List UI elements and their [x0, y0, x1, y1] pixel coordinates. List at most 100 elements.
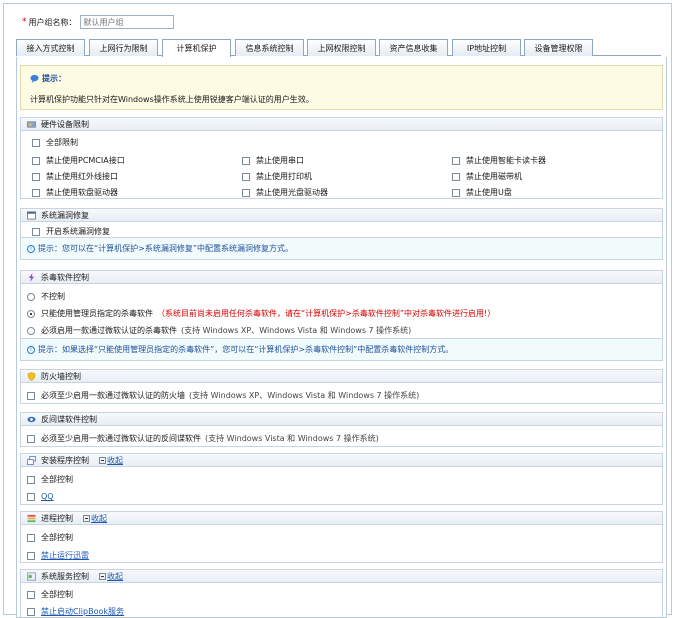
- hardware-item[interactable]: 禁止使用智能卡读卡器: [452, 155, 546, 166]
- checkbox[interactable]: [452, 156, 460, 165]
- hardware-item[interactable]: 禁止使用红外线接口: [32, 171, 118, 182]
- hardware-item[interactable]: 禁止使用PCMCIA接口: [32, 155, 125, 166]
- tip-title: 提示：: [30, 73, 66, 84]
- antispy-section-body: 必须至少启用一款通过微软认证的反间谍软件 (支持 Windows Vista 和 …: [20, 426, 663, 447]
- hardware-item[interactable]: 禁止使用打印机: [242, 171, 312, 182]
- process-bars-icon: [27, 514, 36, 522]
- antispy-item[interactable]: 必须至少启用一款通过微软认证的反间谍软件 (支持 Windows Vista 和 …: [27, 433, 379, 444]
- antivirus-option-admin[interactable]: 只能使用管理员指定的杀毒软件 （系统目前尚未启用任何杀毒软件，请在“计算机保护>杀…: [27, 308, 495, 319]
- process-collapse-toggle[interactable]: 收起: [83, 513, 107, 524]
- required-mark: *: [22, 17, 27, 27]
- group-name-row: * 用户组名称：: [22, 15, 174, 29]
- collapse-icon: [99, 572, 106, 580]
- process-all-item[interactable]: 全部控制: [27, 532, 73, 543]
- group-name-input[interactable]: [79, 15, 174, 29]
- checkbox[interactable]: [452, 188, 460, 197]
- hardware-all-item[interactable]: 全部限制: [32, 137, 78, 148]
- radio-selected[interactable]: [27, 309, 35, 318]
- hardware-item[interactable]: 禁止使用磁带机: [452, 171, 522, 182]
- collapse-icon: [83, 514, 90, 522]
- shield-icon: [27, 371, 36, 381]
- patch-item[interactable]: 开启系统漏洞修复: [32, 226, 110, 237]
- antispy-checkbox[interactable]: [27, 434, 35, 443]
- process-section-header: 进程控制 收起: [20, 511, 663, 525]
- install-section-header: 安装程序控制 收起: [20, 453, 663, 467]
- service-all-item[interactable]: 全部控制: [27, 589, 73, 600]
- firewall-item[interactable]: 必须至少启用一款通过微软认证的防火墙 (支持 Windows XP、Windows…: [27, 390, 419, 401]
- antivirus-section-header: 杀毒软件控制: [20, 270, 663, 284]
- tab-asset-info[interactable]: 资产信息收集: [379, 39, 448, 56]
- checkbox[interactable]: [32, 188, 40, 197]
- hardware-item[interactable]: 禁止使用串口: [242, 155, 304, 166]
- tab-web-behavior[interactable]: 上网行为限制: [89, 39, 158, 56]
- radio[interactable]: [27, 326, 35, 335]
- install-section-title: 安装程序控制: [41, 455, 89, 465]
- checkbox[interactable]: [27, 475, 35, 484]
- hardware-section-header: 硬件设备限制: [20, 117, 663, 131]
- hardware-item[interactable]: 禁止使用软盘驱动器: [32, 187, 118, 198]
- antivirus-warning: （系统目前尚未启用任何杀毒软件，请在“计算机保护>杀毒软件控制”中对杀毒软件进行…: [157, 309, 496, 318]
- tab-access-mode[interactable]: 接入方式控制: [16, 39, 85, 56]
- firewall-section-title: 防火墙控制: [41, 371, 81, 381]
- tab-info-system[interactable]: 信息系统控制: [235, 39, 304, 56]
- hardware-icon: [27, 121, 36, 127]
- antivirus-note: i 提示：如果选择“只能使用管理员指定的杀毒软件”，您可以在“计算机保护>杀毒软…: [20, 339, 663, 361]
- service-item[interactable]: 禁止启动ClipBook服务: [27, 606, 124, 617]
- checkbox[interactable]: [32, 172, 40, 181]
- firewall-section-header: 防火墙控制: [20, 369, 663, 383]
- patch-checkbox[interactable]: [32, 227, 40, 236]
- install-collapse-toggle[interactable]: 收起: [99, 455, 123, 466]
- checkbox[interactable]: [242, 172, 250, 181]
- hardware-all-checkbox[interactable]: [32, 138, 40, 147]
- hardware-item[interactable]: 禁止使用光盘驱动器: [242, 187, 328, 198]
- antivirus-section-title: 杀毒软件控制: [41, 272, 89, 282]
- tab-device-permission[interactable]: 设备管理权限: [524, 39, 593, 56]
- tab-content: 提示： 计算机保护功能只针对在Windows操作系统上使用锐捷客户端认证的用户生…: [16, 57, 667, 618]
- antispy-section-title: 反间谍软件控制: [41, 414, 97, 424]
- tab-computer-protection[interactable]: 计算机保护: [162, 39, 231, 57]
- firewall-section-body: 必须至少启用一款通过微软认证的防火墙 (支持 Windows XP、Windows…: [20, 383, 663, 404]
- info-icon: i: [27, 345, 35, 354]
- collapse-icon: [99, 456, 106, 464]
- tip-bubble-icon: [30, 74, 39, 83]
- checkbox[interactable]: [242, 156, 250, 165]
- tab-bar: 接入方式控制 上网行为限制 计算机保护 信息系统控制 上网权限控制 资产信息收集…: [16, 39, 661, 57]
- hardware-section-body: 全部限制 禁止使用PCMCIA接口 禁止使用串口 禁止使用智能卡读卡器 禁止使用…: [20, 131, 663, 199]
- antivirus-option-none[interactable]: 不控制: [27, 291, 65, 302]
- patch-note: i 提示：您可以在“计算机保护>系统漏洞修复”中配置系统漏洞修复方式。: [20, 238, 663, 260]
- install-section-body: 全部控制 QQ: [20, 467, 663, 505]
- checkbox[interactable]: [32, 156, 40, 165]
- checkbox[interactable]: [27, 533, 35, 542]
- antivirus-option-ms[interactable]: 必须启用一款通过微软认证的杀毒软件 (支持 Windows XP、Windows …: [27, 325, 411, 336]
- window-patch-icon: [27, 211, 36, 219]
- checkbox[interactable]: [27, 492, 35, 501]
- tab-web-permission[interactable]: 上网权限控制: [307, 39, 376, 56]
- firewall-checkbox[interactable]: [27, 391, 35, 400]
- patch-section-body: 开启系统漏洞修复: [20, 222, 663, 238]
- antivirus-section-body: 不控制 只能使用管理员指定的杀毒软件 （系统目前尚未启用任何杀毒软件，请在“计算机…: [20, 284, 663, 339]
- process-section-body: 全部控制 禁止运行迅雷: [20, 525, 663, 563]
- hardware-item[interactable]: 禁止使用U盘: [452, 187, 512, 198]
- info-icon: i: [27, 244, 35, 253]
- checkbox[interactable]: [242, 188, 250, 197]
- radio[interactable]: [27, 292, 35, 301]
- lightning-icon: [28, 272, 35, 282]
- group-name-label: 用户组名称：: [28, 17, 77, 27]
- tab-ip-control[interactable]: IP地址控制: [452, 39, 521, 56]
- checkbox[interactable]: [27, 590, 35, 599]
- windows-stack-icon: [27, 455, 36, 465]
- service-section-title: 系统服务控制: [41, 571, 89, 581]
- checkbox[interactable]: [27, 607, 35, 616]
- tip-text: 计算机保护功能只针对在Windows操作系统上使用锐捷客户端认证的用户生效。: [30, 95, 314, 104]
- install-all-item[interactable]: 全部控制: [27, 474, 73, 485]
- antispy-section-header: 反间谍软件控制: [20, 412, 663, 426]
- install-item-qq[interactable]: QQ: [27, 492, 54, 501]
- service-section-body: 全部控制 禁止启动ClipBook服务: [20, 583, 663, 617]
- service-collapse-toggle[interactable]: 收起: [99, 571, 123, 582]
- checkbox[interactable]: [452, 172, 460, 181]
- eye-icon: [27, 416, 36, 422]
- process-item[interactable]: 禁止运行迅雷: [27, 550, 89, 561]
- process-section-title: 进程控制: [41, 513, 73, 523]
- checkbox[interactable]: [27, 551, 35, 560]
- tip-box: 提示： 计算机保护功能只针对在Windows操作系统上使用锐捷客户端认证的用户生…: [20, 65, 663, 110]
